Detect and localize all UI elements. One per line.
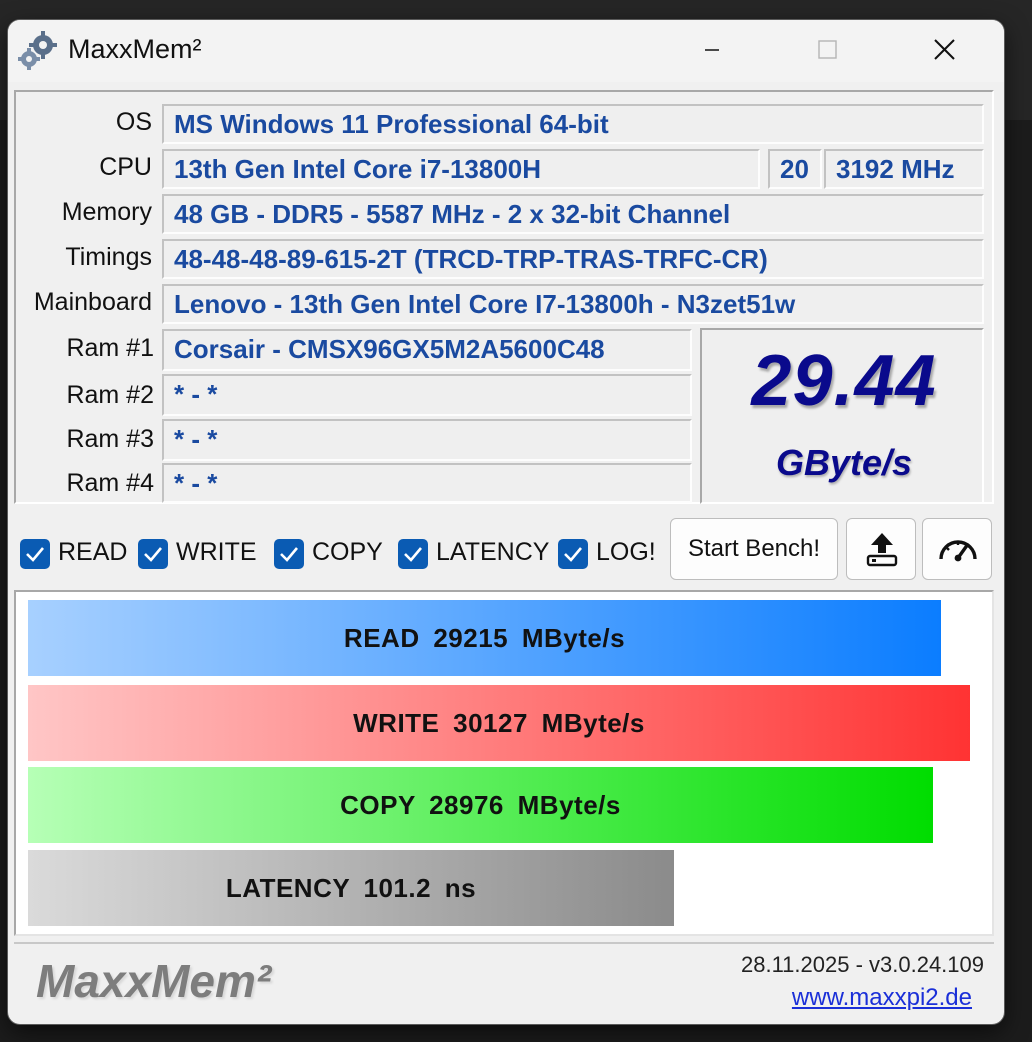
timings-label: Timings xyxy=(65,243,152,271)
copy-checkbox[interactable]: COPY xyxy=(274,536,398,572)
close-button[interactable] xyxy=(916,28,972,72)
checkbox-box[interactable] xyxy=(138,539,168,569)
checkmark-icon xyxy=(404,547,422,562)
latency-result-label: LATENCY 101.2 ns xyxy=(28,850,674,926)
read-checkbox-label: READ xyxy=(58,538,128,566)
cpu-threads-field: 20 xyxy=(768,149,822,189)
copy-result-value: 28976 xyxy=(429,790,504,820)
os-label: OS xyxy=(115,108,152,136)
version-text: 28.11.2025 - v3.0.24.109 xyxy=(740,952,984,977)
timings-field: 48-48-48-89-615-2T (TRCD-TRP-TRAS-TRFC-C… xyxy=(162,239,984,279)
checkmark-icon xyxy=(564,547,582,562)
ram-4-label: Ram #4 xyxy=(66,469,154,497)
checkmark-icon xyxy=(144,547,162,562)
write-checkbox-label: WRITE xyxy=(176,538,257,566)
latency-checkbox-label: LATENCY xyxy=(436,538,550,566)
write-checkbox[interactable]: WRITE xyxy=(138,536,266,572)
speedometer-icon xyxy=(939,540,977,562)
cpu-clock-field: 3192 MHz xyxy=(824,149,984,189)
checkbox-box[interactable] xyxy=(558,539,588,569)
score-display: 29.44 GByte/s xyxy=(700,328,984,504)
checkmark-icon xyxy=(26,547,44,562)
ram-4-field: * - * xyxy=(162,463,692,503)
write-result-unit: MByte/s xyxy=(541,708,645,738)
score-unit: GByte/s xyxy=(775,442,913,483)
copy-checkbox-label: COPY xyxy=(312,538,383,566)
maximize-icon xyxy=(818,40,837,59)
mainboard-label: Mainboard xyxy=(33,288,152,316)
latency-result-name: LATENCY xyxy=(225,873,350,903)
footer: MaxxMem² 28.11.2025 - v3.0.24.109 www.ma… xyxy=(14,942,994,1022)
ram-2-field: * - * xyxy=(162,374,692,416)
checkmark-icon xyxy=(280,547,298,562)
memory-field: 48 GB - DDR5 - 5587 MHz - 2 x 32-bit Cha… xyxy=(162,194,984,234)
checkbox-box[interactable] xyxy=(398,539,428,569)
copy-result-unit: MByte/s xyxy=(517,790,621,820)
read-result-unit: MByte/s xyxy=(521,623,626,653)
start-bench-button[interactable]: Start Bench! xyxy=(670,518,838,580)
ram-1-field: Corsair - CMSX96GX5M2A5600C48 xyxy=(162,329,692,371)
log-checkbox[interactable]: LOG! xyxy=(558,536,664,572)
system-info-panel: OS MS Windows 11 Professional 64-bit CPU… xyxy=(14,90,994,504)
upload-button[interactable] xyxy=(846,518,916,580)
checkbox-box[interactable] xyxy=(274,539,304,569)
checkbox-box[interactable] xyxy=(20,539,50,569)
read-result-value: 29215 xyxy=(433,623,509,653)
benchmark-results: READ 29215 MByte/s WRITE 30127 MByte/s C… xyxy=(14,590,994,936)
minimize-icon xyxy=(705,49,719,51)
maxxmem-logo: MaxxMem² xyxy=(36,955,272,1007)
upload-icon xyxy=(866,533,898,567)
write-result-value: 30127 xyxy=(453,708,528,738)
title-bar[interactable]: MaxxMem² xyxy=(8,20,1004,82)
latency-result-value: 101.2 xyxy=(363,873,432,903)
ram-1-label: Ram #1 xyxy=(66,334,154,362)
gears-app-icon xyxy=(18,31,57,70)
score-value: 29.44 xyxy=(751,341,937,421)
os-field: MS Windows 11 Professional 64-bit xyxy=(162,104,984,144)
read-result-label: READ 29215 MByte/s xyxy=(28,600,941,676)
maximize-button[interactable] xyxy=(800,28,856,72)
read-checkbox[interactable]: READ xyxy=(20,536,130,572)
minimize-button[interactable] xyxy=(684,28,740,72)
write-result-name: WRITE xyxy=(353,708,440,738)
close-icon xyxy=(934,39,955,60)
copy-result-name: COPY xyxy=(340,790,416,820)
mainboard-field: Lenovo - 13th Gen Intel Core I7-13800h -… xyxy=(162,284,984,324)
ram-3-field: * - * xyxy=(162,419,692,461)
latency-checkbox[interactable]: LATENCY xyxy=(398,536,550,572)
write-result-label: WRITE 30127 MByte/s xyxy=(28,685,970,761)
log-checkbox-label: LOG! xyxy=(596,538,656,566)
window-title: MaxxMem² xyxy=(68,34,202,64)
copy-result-label: COPY 28976 MByte/s xyxy=(28,767,933,843)
ram-2-label: Ram #2 xyxy=(66,381,154,409)
memory-label: Memory xyxy=(61,198,152,226)
website-link[interactable]: www.maxxpi2.de xyxy=(792,984,972,1012)
cpu-label: CPU xyxy=(99,153,152,181)
read-result-name: READ xyxy=(343,623,420,653)
maxxmem-window: MaxxMem² OS MS Windows 11 Professional 6… xyxy=(8,20,1004,1024)
speed-test-button[interactable] xyxy=(922,518,992,580)
cpu-field: 13th Gen Intel Core i7-13800H xyxy=(162,149,760,189)
latency-result-unit: ns xyxy=(444,873,477,903)
ram-3-label: Ram #3 xyxy=(66,425,154,453)
